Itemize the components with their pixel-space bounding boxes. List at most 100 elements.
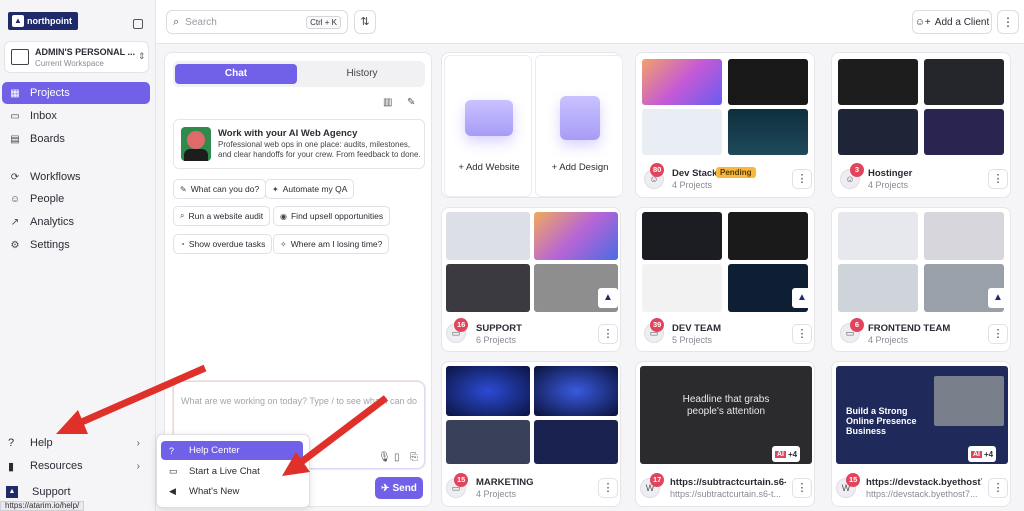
atarim-logo-icon: ▲	[598, 288, 618, 308]
agency-title: Work with your AI Web Agency	[218, 128, 358, 139]
client-card[interactable]: ☺ 80 Dev Stack Pending 4 Projects ⋮	[635, 52, 815, 198]
project-thumbnail	[838, 264, 918, 312]
card-menu-button[interactable]: ⋮	[598, 478, 618, 498]
pencil-icon: ✎	[180, 184, 187, 194]
help-center-item[interactable]: ? Help Center	[161, 441, 303, 460]
search-icon: ⌕	[180, 211, 185, 220]
shortcut-hint: Ctrl + K	[306, 15, 341, 29]
suggestion-chip[interactable]: ✧ Where am I losing time?	[273, 234, 390, 254]
add-website-card[interactable]: + Add Website	[444, 55, 532, 197]
client-card[interactable]: ☺ 3 Hostinger 4 Projects ⋮	[831, 52, 1011, 198]
search-input[interactable]: ⌕ Search Ctrl + K	[166, 10, 348, 34]
sidebar-item-analytics[interactable]: ↗ Analytics	[2, 211, 150, 233]
bookmark-icon[interactable]: ▯	[394, 452, 400, 463]
client-card[interactable]: ▭ 15 MARKETING 4 Projects ⋮	[441, 361, 621, 507]
board-icon: ▤	[10, 133, 20, 145]
whats-new-item[interactable]: ◀ What's New	[161, 482, 303, 501]
notification-badge: 16	[454, 318, 469, 332]
question-icon: ?	[8, 437, 15, 449]
tab-chat[interactable]: Chat	[175, 64, 297, 84]
suggestion-chip[interactable]: ✎ What can you do?	[173, 179, 267, 199]
card-menu-button[interactable]: ⋮	[598, 324, 618, 344]
sidebar-item-projects[interactable]: ▦ Projects	[2, 82, 150, 104]
client-name: DEV TEAM	[672, 323, 722, 334]
document-icon	[560, 96, 600, 140]
sidebar-item-boards[interactable]: ▤ Boards	[2, 128, 150, 150]
client-card[interactable]: ▲ ▭ 39 DEV TEAM 5 Projects ⋮	[635, 207, 815, 352]
workflow-icon: ⟳	[10, 171, 20, 183]
grid-icon: ▦	[10, 87, 20, 99]
project-thumbnail	[642, 212, 722, 260]
project-thumbnail	[534, 366, 618, 416]
client-card[interactable]: ▲ ▭ 6 FRONTEND TEAM 4 Projects ⋮	[831, 207, 1011, 352]
project-thumbnail	[924, 212, 1004, 260]
suggestion-chip[interactable]: ◉ Find upsell opportunities	[273, 206, 391, 226]
add-client-button[interactable]: ☺+ Add a Client	[912, 10, 992, 34]
suggestion-chip[interactable]: ◔ Show overdue tasks	[173, 234, 273, 254]
card-menu-button[interactable]: ⋮	[792, 324, 812, 344]
send-button[interactable]: ✈ Send	[375, 477, 423, 499]
add-design-card[interactable]: + Add Design	[535, 55, 623, 197]
client-name: SUPPORT	[476, 323, 522, 334]
suggestion-chip[interactable]: ⌕ Run a website audit	[173, 206, 271, 226]
mic-icon[interactable]: 🎙︎	[378, 452, 391, 463]
client-name: FRONTEND TEAM	[868, 323, 951, 334]
chat-tabs: Chat History	[173, 61, 425, 87]
chart-icon: ↗	[10, 216, 20, 228]
client-card[interactable]: ▲ ▭ 16 SUPPORT 6 Projects ⋮	[441, 207, 621, 352]
support-label: Support	[32, 486, 71, 498]
sidebar-item-inbox[interactable]: ▭ Inbox	[2, 105, 150, 127]
chip-label: Show overdue tasks	[188, 239, 266, 249]
attach-icon[interactable]: ⎘	[410, 452, 418, 463]
card-menu-button[interactable]: ⋮	[988, 169, 1008, 189]
sidebar-item-settings[interactable]: ⚙ Settings	[2, 234, 150, 256]
thumbnail-headline: Headline that grabs people's attention	[682, 394, 770, 417]
brand-logo[interactable]: ▲ northpoint	[8, 12, 78, 30]
sidebar-item-label: Analytics	[30, 216, 75, 228]
add-card-group: + Add Website + Add Design	[441, 52, 623, 198]
chevron-right-icon: ›	[136, 437, 140, 449]
support-link[interactable]: ▲ Support	[6, 486, 71, 498]
project-thumbnail	[446, 420, 530, 464]
tab-history[interactable]: History	[301, 64, 423, 84]
workspace-icon	[11, 49, 29, 65]
sidebar-item-people[interactable]: ☺ People	[2, 188, 150, 210]
inbox-icon: ▭	[10, 110, 20, 122]
workspace-switcher[interactable]: ADMIN'S PERSONAL ... Current Workspace ⇕	[4, 41, 149, 73]
client-url: https://subtractcurtain.s6-t...	[670, 489, 782, 499]
notification-badge: 17	[650, 473, 665, 487]
sidebar-panel-icon[interactable]: ▥	[383, 97, 392, 108]
project-count: 4 Projects	[868, 180, 909, 190]
atarim-logo-icon: ▲	[792, 288, 812, 308]
sort-button[interactable]: ⇅	[354, 10, 376, 34]
card-menu-button[interactable]: ⋮	[792, 478, 812, 498]
sidebar-item-workflows[interactable]: ⟳ Workflows	[2, 166, 150, 188]
new-chat-icon[interactable]: ✎	[407, 97, 415, 108]
chip-label: What can you do?	[190, 184, 260, 194]
notification-badge: 15	[846, 473, 861, 487]
agency-intro-card: Work with your AI Web Agency Professiona…	[173, 119, 425, 169]
help-label: Help	[30, 437, 53, 449]
chip-label: Automate my QA	[282, 184, 348, 194]
client-card[interactable]: Build a Strong Online Presence Business …	[831, 361, 1011, 507]
project-count: 4 Projects	[476, 489, 517, 499]
status-bar-url: https://atarim.io/help/	[0, 501, 85, 511]
live-chat-item[interactable]: ▭ Start a Live Chat	[161, 462, 303, 481]
card-menu-button[interactable]: ⋮	[792, 169, 812, 189]
more-menu-button[interactable]: ⋮	[997, 10, 1019, 34]
sidebar-item-resources[interactable]: ▮ Resources ›	[2, 456, 150, 476]
search-icon: ⌕	[173, 15, 180, 28]
more-count: +4	[984, 449, 994, 459]
card-menu-button[interactable]: ⋮	[988, 478, 1008, 498]
client-card[interactable]: Headline that grabs people's attention A…	[635, 361, 815, 507]
collapse-sidebar-icon[interactable]	[133, 19, 143, 29]
bars-icon: ▮	[8, 460, 15, 473]
more-projects-badge: AI +4	[772, 446, 801, 462]
client-name: Dev Stack	[672, 168, 718, 179]
sidebar-item-help[interactable]: ? Help ›	[2, 433, 150, 453]
card-menu-button[interactable]: ⋮	[988, 324, 1008, 344]
thumbnail-headline: Build a Strong Online Presence Business	[846, 406, 917, 436]
sidebar-item-label: People	[30, 193, 65, 205]
suggestion-chip[interactable]: ✦ Automate my QA	[265, 179, 355, 199]
top-bar: ⌕ Search Ctrl + K ⇅ ☺+ Add a Client ⋮	[156, 0, 1024, 44]
